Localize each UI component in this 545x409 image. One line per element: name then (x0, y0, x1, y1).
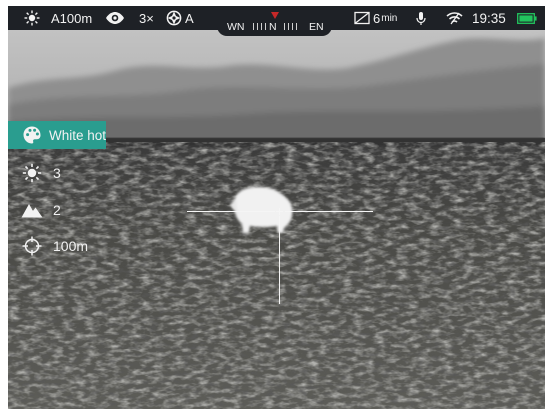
timer-value: 6 (373, 10, 381, 26)
compass-tick (253, 23, 254, 30)
reticle-horizontal-left (187, 211, 275, 212)
crosshair-icon (21, 235, 43, 257)
compass-tick (292, 23, 293, 30)
compass: WN N EN (217, 18, 332, 36)
range-label: A100m (51, 10, 93, 26)
microphone-icon (416, 6, 426, 30)
thermal-viewport (8, 30, 545, 409)
calibration-mode-label: A (185, 10, 194, 26)
compass-tick (261, 23, 262, 30)
contrast-icon (21, 199, 43, 221)
palette-icon (21, 124, 43, 146)
brightness-value: 3 (53, 165, 61, 181)
reticle-center-v (279, 208, 280, 215)
compass-heading-center: N (269, 21, 277, 33)
reticle-vertical-bottom (279, 216, 280, 304)
thermal-device-screen: A100m 3× A 6 min 19:35 WN N EN White hot… (0, 0, 545, 409)
menu-item-rangefinder[interactable]: 100m (8, 234, 88, 258)
rangefinder-value: 100m (53, 238, 89, 254)
clock-label: 19:35 (472, 10, 506, 26)
sun-burst-icon (24, 6, 40, 30)
auto-calibration-icon (166, 6, 182, 30)
compass-tick (284, 23, 285, 30)
timer-unit: min (381, 12, 398, 24)
shutdown-timer-label: 6 min (373, 6, 397, 30)
compass-tick (296, 23, 297, 30)
reticle-horizontal-right (285, 211, 373, 212)
menu-item-palette[interactable]: White hot (8, 121, 106, 149)
shutdown-timer-icon (354, 6, 370, 30)
palette-label: White hot (48, 127, 106, 143)
thermal-scene (8, 30, 545, 409)
compass-tick (265, 23, 266, 30)
compass-pointer (271, 12, 279, 19)
compass-tick (288, 23, 289, 30)
contrast-value: 2 (53, 202, 61, 218)
compass-tick (257, 23, 258, 30)
compass-heading-right: EN (309, 21, 324, 33)
compass-heading-left: WN (227, 21, 245, 33)
eye-icon (105, 6, 125, 30)
zoom-label: 3× (139, 10, 154, 26)
wifi-icon (446, 6, 463, 30)
battery-icon (517, 6, 537, 30)
menu-item-contrast[interactable]: 2 (8, 198, 61, 222)
brightness-icon (21, 162, 43, 184)
menu-item-brightness[interactable]: 3 (8, 161, 61, 185)
